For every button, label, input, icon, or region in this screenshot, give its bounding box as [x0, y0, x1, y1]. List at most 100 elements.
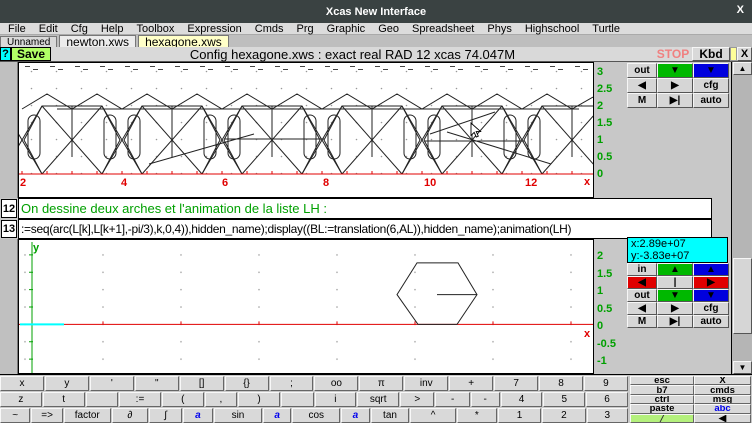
menu-item[interactable]: Graphic [327, 23, 366, 35]
menu-item[interactable]: Expression [187, 23, 241, 35]
scroll-down-icon[interactable]: ▼ [733, 361, 752, 374]
move-up-fast-button[interactable]: ▲ [693, 263, 729, 276]
keyboard-key[interactable] [86, 392, 119, 407]
config-button[interactable]: cfg [693, 78, 729, 93]
keyboard-key[interactable]: inv [404, 376, 448, 391]
keyboard-key[interactable]: x [0, 376, 44, 391]
keyboard-key[interactable]: 7 [494, 376, 538, 391]
keyboard-key[interactable]: ; [270, 376, 314, 391]
msg-key[interactable]: msg [694, 395, 751, 404]
ctrl-key[interactable]: ctrl [630, 395, 694, 404]
keyboard-key[interactable]: 5 [543, 392, 585, 407]
keyboard-key[interactable]: 9 [584, 376, 628, 391]
keyboard-key[interactable]: {} [225, 376, 269, 391]
save-button[interactable]: Save [11, 47, 51, 61]
keyboard-key[interactable]: cos [292, 408, 340, 423]
pan-right-button[interactable]: ▶ [657, 78, 693, 93]
rotate-left-button[interactable]: ◀ [627, 276, 657, 289]
move-down-button[interactable]: ▼ [657, 63, 693, 78]
keyboard-key[interactable]: + [449, 376, 493, 391]
session-close-button[interactable]: X [737, 47, 752, 61]
keyboard-key[interactable] [281, 392, 314, 407]
keyboard-key[interactable]: sqrt [357, 392, 399, 407]
keyboard-key[interactable]: ∫ [149, 408, 181, 423]
auto-button[interactable]: auto [693, 93, 729, 108]
comment-line-input[interactable]: On dessine deux arches et l'animation de… [18, 198, 712, 219]
zoom-out-button[interactable]: out [627, 63, 657, 78]
abc-key[interactable]: abc [694, 404, 751, 413]
scrollbar-thumb[interactable] [733, 258, 752, 334]
scroll-up-icon[interactable]: ▲ [733, 62, 752, 75]
menu-item[interactable]: Geo [378, 23, 399, 35]
x-key[interactable]: X [694, 376, 751, 385]
menu-item[interactable]: Highschool [525, 23, 579, 35]
cmds-key[interactable]: cmds [694, 385, 751, 394]
menu-item[interactable]: Cfg [71, 23, 88, 35]
keyboard-key[interactable]: 1 [498, 408, 541, 423]
menu-item[interactable]: Turtle [592, 23, 620, 35]
pencil-key[interactable] [630, 414, 694, 423]
line-number[interactable]: 12 [1, 199, 17, 218]
keyboard-key[interactable]: := [119, 392, 161, 407]
menu-item[interactable]: Edit [39, 23, 58, 35]
move-down-button[interactable]: ▼ [657, 289, 693, 302]
command-line-input[interactable]: :=seq(arc(L[k],L[k+1],-pi/3),k,0,4)),hid… [18, 219, 712, 239]
keyboard-key[interactable]: ∂ [112, 408, 149, 423]
help-button[interactable]: ? [0, 47, 11, 61]
keyboard-key[interactable]: " [135, 376, 179, 391]
keyboard-key[interactable]: i [315, 392, 357, 407]
tab-hexagone[interactable]: hexagone.xws [138, 35, 229, 47]
keyboard-key[interactable]: 3 [587, 408, 628, 423]
config-button[interactable]: cfg [693, 302, 729, 315]
config-title[interactable]: Config hexagone.xws : exact real RAD 12 … [51, 47, 654, 61]
keyboard-key[interactable]: ) [238, 392, 280, 407]
auto-button[interactable]: auto [693, 315, 729, 328]
keyboard-key[interactable]: , [205, 392, 238, 407]
menu-button[interactable]: M [627, 93, 657, 108]
keyboard-key[interactable]: 4 [501, 392, 543, 407]
move-down-fast-button[interactable]: ▼ [693, 63, 729, 78]
keyboard-key[interactable]: π [359, 376, 403, 391]
keyboard-key[interactable]: [] [180, 376, 224, 391]
step-button[interactable]: ▶| [657, 315, 693, 328]
kbd-toggle-button[interactable]: Kbd [692, 47, 730, 61]
b7-key[interactable]: b7 [630, 385, 694, 394]
keyboard-key[interactable]: 6 [586, 392, 628, 407]
paste-key[interactable]: paste [630, 404, 694, 413]
stop-button[interactable]: STOP [654, 47, 692, 61]
keyboard-key[interactable]: - [471, 392, 500, 407]
keyboard-key[interactable]: a [263, 408, 291, 423]
menu-item[interactable]: Help [101, 23, 124, 35]
rotate-right-button[interactable]: ▶ [693, 276, 729, 289]
keyboard-key[interactable]: 2 [542, 408, 585, 423]
keyboard-key[interactable]: tan [371, 408, 410, 423]
tab-unnamed[interactable]: Unnamed [0, 36, 57, 47]
pan-left-button[interactable]: ◀ [627, 302, 657, 315]
keyboard-key[interactable]: 8 [539, 376, 583, 391]
vertical-scrollbar[interactable]: ▲ ▼ [731, 62, 752, 374]
keyboard-key[interactable]: ( [162, 392, 204, 407]
keyboard-key[interactable]: ' [90, 376, 134, 391]
keyboard-key[interactable]: z [0, 392, 42, 407]
keyboard-key[interactable]: sin [214, 408, 262, 423]
back-key[interactable]: ◀ [694, 414, 751, 423]
keyboard-key[interactable]: factor [64, 408, 111, 423]
zoom-out-button[interactable]: out [627, 289, 657, 302]
tab-newton[interactable]: newton.xws [59, 35, 136, 47]
line-number[interactable]: 13 [1, 220, 17, 238]
keyboard-key[interactable]: > [400, 392, 434, 407]
graph2-canvas[interactable] [18, 239, 594, 374]
menu-button[interactable]: M [627, 315, 657, 328]
pan-left-button[interactable]: ◀ [627, 78, 657, 93]
keyboard-key[interactable]: t [43, 392, 85, 407]
zoom-in-button[interactable]: in [627, 263, 657, 276]
pan-right-button[interactable]: ▶ [657, 302, 693, 315]
keyboard-key[interactable]: oo [314, 376, 358, 391]
keyboard-key[interactable]: a [341, 408, 369, 423]
move-up-button[interactable]: ▲ [657, 263, 693, 276]
keyboard-key[interactable]: ^ [410, 408, 455, 423]
esc-key[interactable]: esc [630, 376, 694, 385]
window-close-icon[interactable]: X [737, 4, 744, 16]
keyboard-key[interactable]: a [183, 408, 213, 423]
menu-item[interactable]: Spreadsheet [412, 23, 474, 35]
